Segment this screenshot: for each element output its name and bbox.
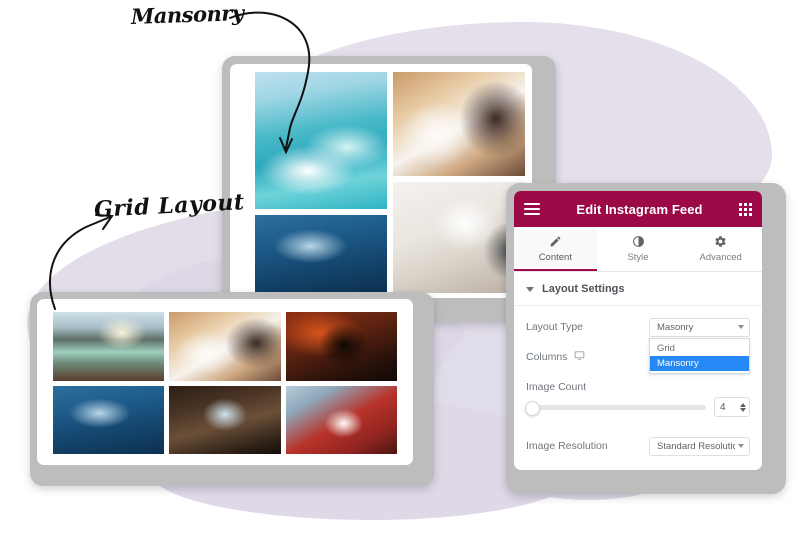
tab-style[interactable]: Style [597,227,680,271]
grid-apps-icon[interactable] [739,202,752,216]
image-resolution-value: Standard Resolutio [657,440,735,452]
columns-label: Columns [526,350,649,364]
masonry-preview-screen [230,64,532,298]
pottery-painting-photo [169,312,281,381]
monitor-icon[interactable] [574,350,585,364]
image-resolution-select[interactable]: Standard Resolutio [649,436,750,456]
field-image-resolution: Image Resolution Standard Resolutio [514,431,762,461]
layout-type-select[interactable]: Masonry [649,317,750,337]
red-cave-photo [285,312,397,381]
layout-type-dropdown[interactable]: Grid Mansonry [649,338,750,374]
grid-preview-device [30,292,434,486]
gear-icon [714,234,727,249]
tab-content-label: Content [538,252,572,263]
dropdown-option-masonry[interactable]: Mansonry [650,356,749,371]
caret-down-icon [526,286,534,292]
camp-mug-photo [285,385,397,454]
image-count-row: 4 [514,395,762,417]
layout-settings-section-header[interactable]: Layout Settings [514,272,762,306]
field-layout-type: Layout Type Masonry Grid Mansonry [514,312,762,374]
tab-style-label: Style [627,252,649,263]
image-count-label: Image Count [526,381,587,393]
settings-panel: Edit Instagram Feed Content Style Advanc… [514,191,762,470]
settings-panel-device: Edit Instagram Feed Content Style Advanc… [506,183,786,494]
image-count-input[interactable]: 4 [714,397,750,417]
layout-type-select-wrap: Masonry [649,317,750,337]
slider-handle[interactable] [525,400,540,416]
hamburger-icon[interactable] [524,203,540,215]
cave-archway-mountain-photo [169,385,281,454]
tab-content[interactable]: Content [514,227,597,271]
chevron-down-icon [738,325,744,329]
contrast-icon [632,234,645,249]
dolphins-underwater-photo [255,215,387,293]
composition-stage: Edit Instagram Feed Content Style Advanc… [0,0,798,541]
layout-type-label: Layout Type [526,321,584,333]
canoe-lake-photo [53,312,165,381]
dropdown-option-grid[interactable]: Grid [650,341,749,356]
image-resolution-select-wrap: Standard Resolutio [649,436,750,456]
grid-gallery [53,312,397,454]
panel-title: Edit Instagram Feed [576,201,703,217]
layout-type-value: Masonry [657,321,694,333]
tab-advanced[interactable]: Advanced [679,227,762,271]
pencil-icon [549,234,562,249]
grid-preview-screen [37,299,413,465]
panel-tabs: Content Style Advanced [514,227,762,272]
masonry-annotation-label: Mansonry [130,0,244,29]
image-count-value: 4 [720,401,726,413]
image-count-slider[interactable] [525,400,706,416]
image-resolution-label: Image Resolution [526,440,608,452]
columns-label-text: Columns [526,351,568,363]
layout-settings-title: Layout Settings [542,283,625,295]
panel-header: Edit Instagram Feed [514,191,762,227]
chevron-down-icon [738,444,744,448]
masonry-gallery [255,72,525,298]
stepper-updown-icon[interactable] [740,402,746,412]
surfers-wave-photo [255,72,387,209]
pottery-painting-photo [393,72,525,176]
dolphins-underwater-photo [53,385,165,454]
tab-advanced-label: Advanced [699,252,742,263]
masonry-column-1 [255,72,387,298]
